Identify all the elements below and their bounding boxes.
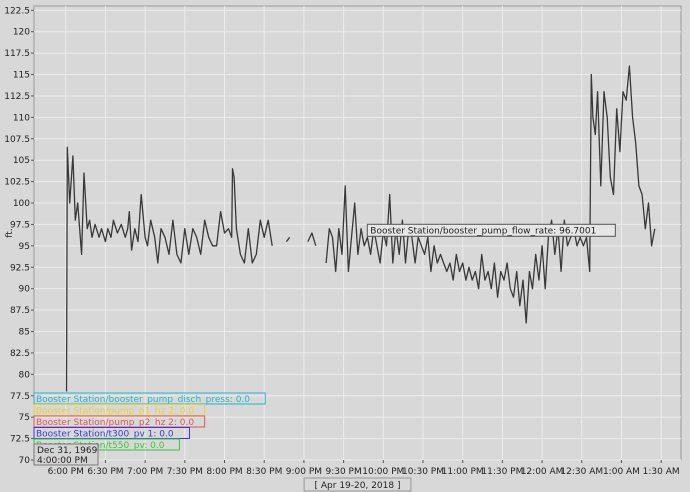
x-tick-label: 10:30 PM [402, 467, 444, 477]
x-tick-label: 6:00 PM [48, 467, 84, 477]
legend-item: Booster Station/booster_pump_disch_press… [36, 395, 250, 405]
y-tick-label: 82.5 [10, 349, 30, 359]
y-tick-label: 77.5 [10, 392, 30, 402]
legend-item: Booster Station/pump_p1_hz 2: 0.0 [36, 407, 194, 417]
x-tick-label: 9:30 PM [325, 467, 361, 477]
y-tick-label: 72.5 [10, 435, 30, 445]
y-tick-label: 122.5 [4, 6, 30, 16]
chart: 70 72.5 75 77.5 80 82.5 85 87.5 90 92.5 95 97.5 100 1… [0, 0, 690, 492]
chart-svg: 7072.57577.58082.58587.59092.59597.51001… [4, 5, 682, 492]
y-tick-label: 100 [13, 199, 30, 209]
x-axis-label: [ Apr 19-20, 2018 ] [315, 481, 401, 491]
y-tick-label: 102.5 [4, 178, 30, 188]
cursor-time: 4:00:00 PM [37, 456, 88, 466]
x-tick-label: 7:30 PM [167, 467, 203, 477]
x-tick-label: 1:30 AM [643, 467, 680, 477]
y-tick-label: 70 [19, 456, 31, 466]
y-tick-label: 112.5 [4, 92, 30, 102]
x-tick-label: 11:30 PM [481, 467, 523, 477]
legend-item: Booster Station/pump_p2_hz 2: 0.0 [36, 418, 194, 428]
y-tick-label: 107.5 [4, 135, 30, 145]
x-tick-label: 7:00 PM [127, 467, 163, 477]
y-tick-label: 105 [13, 156, 30, 166]
y-tick-label: 80 [19, 370, 31, 380]
x-tick-label: 12:00 AM [521, 467, 564, 477]
y-axis-label: ft. [5, 228, 15, 237]
x-tick-label: 6:30 PM [87, 467, 123, 477]
y-tick-label: 90 [19, 285, 31, 295]
x-tick-label: 8:00 PM [206, 467, 242, 477]
tooltip-text: Booster Station/booster_pump_flow_rate: … [370, 226, 596, 236]
y-tick-label: 95 [19, 242, 30, 252]
cursor-date: Dec 31, 1969 [37, 446, 98, 456]
y-tick-label: 92.5 [10, 263, 30, 273]
y-tick-label: 85 [19, 328, 30, 338]
y-tick-label: 117.5 [4, 49, 30, 59]
y-tick-label: 110 [13, 113, 30, 123]
x-tick-label: 8:30 PM [246, 467, 282, 477]
x-tick-label: 10:00 PM [362, 467, 404, 477]
x-tick-label: 1:00 AM [603, 467, 640, 477]
x-tick-label: 11:00 PM [442, 467, 484, 477]
y-tick-label: 120 [13, 28, 30, 38]
x-tick-label: 9:00 PM [286, 467, 322, 477]
x-tick-label: 12:30 AM [560, 467, 603, 477]
y-tick-label: 75 [19, 413, 30, 423]
y-tick-label: 115 [13, 71, 30, 81]
legend-item: Booster Station/t300_pv 1: 0.0 [36, 430, 174, 440]
y-tick-label: 87.5 [10, 306, 30, 316]
